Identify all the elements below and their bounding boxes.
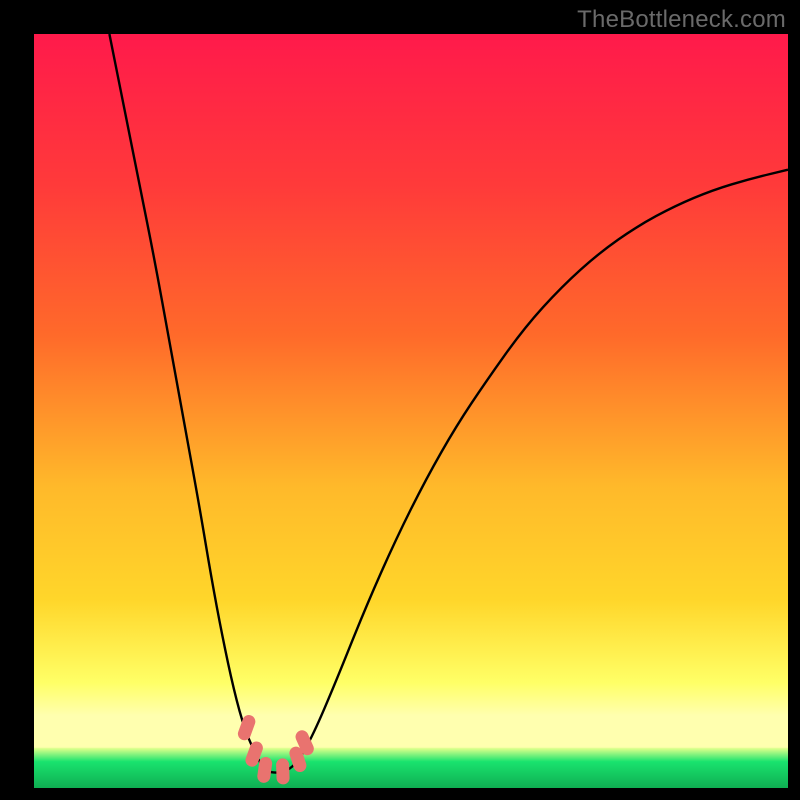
gradient-background [34,34,788,788]
curve-marker [276,758,290,784]
chart-svg [34,34,788,788]
pale-yellow-band [34,714,788,748]
watermark-text: TheBottleneck.com [577,6,786,34]
chart-frame: TheBottleneck.com [0,0,800,800]
